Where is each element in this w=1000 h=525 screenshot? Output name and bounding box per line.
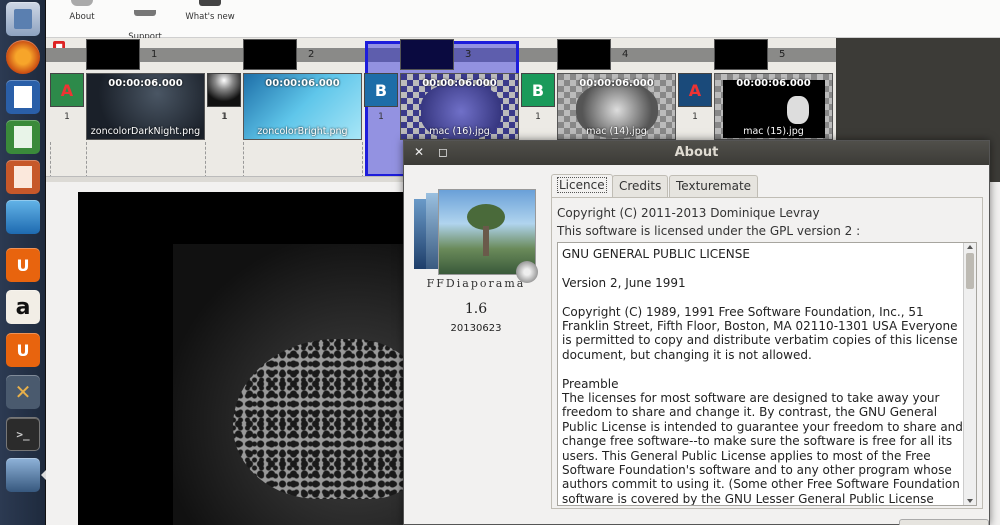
slide-title-thumb[interactable]	[400, 39, 454, 70]
license-heading: GNU GENERAL PUBLIC LICENSE	[562, 247, 750, 261]
tab-label: Licence	[557, 177, 607, 193]
build-date: 20130623	[450, 323, 502, 334]
track-divider	[243, 142, 244, 178]
slide-duration: 00:00:06.000	[579, 78, 654, 89]
about-button[interactable]: About	[64, 0, 100, 22]
transition-letter: B	[531, 80, 545, 100]
license-version: Version 2, June 1991	[562, 275, 686, 290]
slide-filename: mac (15).jpg	[743, 126, 804, 137]
ffdiaporama-icon[interactable]	[6, 458, 40, 492]
slide-duration: 00:00:06.000	[736, 78, 811, 89]
info-icon	[71, 0, 93, 6]
ffdiaporama-logo: FFDiaporama	[412, 189, 540, 299]
transition-icon[interactable]: A	[678, 73, 712, 107]
calc-icon[interactable]	[6, 120, 40, 154]
transition-letter: A	[60, 80, 74, 100]
track-divider	[86, 142, 87, 178]
impress-icon[interactable]	[6, 160, 40, 194]
transition-letter: A	[688, 80, 702, 100]
about-label: About	[69, 12, 95, 22]
files-icon[interactable]	[6, 2, 40, 36]
transition-icon[interactable]: A	[50, 73, 84, 107]
leopard-fur	[233, 339, 408, 499]
preview-image	[173, 244, 408, 525]
slide-duration: 00:00:06.000	[422, 78, 497, 89]
tab-licence[interactable]: Licence	[551, 174, 613, 197]
slide-number: 4	[622, 49, 629, 60]
slide-thumbnail[interactable]: 00:00:06.000 mac (16).jpg	[400, 73, 519, 140]
dialog-titlebar[interactable]: ✕ ◻ About	[404, 141, 989, 165]
tab-credits[interactable]: Credits	[612, 175, 669, 197]
slide-title-thumb[interactable]	[243, 39, 297, 70]
logo-disc-icon	[516, 261, 538, 283]
transition-icon[interactable]: B	[521, 73, 555, 107]
desktop: U a U ✕ >_ About Support and help What's…	[0, 0, 1000, 525]
license-intro: This software is licensed under the GPL …	[557, 224, 861, 238]
white-animal-thumb	[787, 96, 809, 124]
transition-icon[interactable]	[207, 73, 241, 107]
track-divider	[205, 142, 206, 178]
scroll-down-icon[interactable]	[967, 499, 973, 503]
slide-filename: mac (16).jpg	[429, 126, 490, 137]
slide-number: 2	[308, 49, 315, 60]
scroll-up-icon[interactable]	[967, 245, 973, 249]
license-text: GNU GENERAL PUBLIC LICENSE Version 2, Ju…	[562, 247, 964, 506]
transition-duration: 1	[535, 112, 541, 122]
about-dialog: ✕ ◻ About FFDiaporama 1.6 20130623 Licen…	[403, 140, 990, 525]
tab-label: Texturemate	[676, 179, 752, 193]
whats-new-label: What's new	[185, 12, 235, 22]
slide-title-thumb[interactable]	[86, 39, 140, 70]
unity-launcher: U a U ✕ >_	[0, 0, 46, 525]
license-textbox[interactable]: GNU GENERAL PUBLIC LICENSE Version 2, Ju…	[557, 242, 977, 506]
system-settings-icon[interactable]: ✕	[6, 375, 40, 409]
news-icon	[199, 0, 221, 6]
writer-icon[interactable]	[6, 80, 40, 114]
version-number: 1.6	[464, 301, 488, 317]
scrollbar-thumb[interactable]	[966, 253, 974, 289]
slide-title-thumb[interactable]	[557, 39, 611, 70]
slide-title-thumb[interactable]	[714, 39, 768, 70]
tab-texturemate[interactable]: Texturemate	[669, 175, 759, 197]
tree-trunk-icon	[483, 226, 489, 256]
license-preamble: Preamble The licenses for most software …	[562, 376, 963, 506]
slide-thumbnail[interactable]: 00:00:06.000 zoncolorDarkNight.png	[86, 73, 205, 140]
ubuntu-one-music-icon[interactable]: U	[6, 333, 40, 367]
ubuntu-one-icon[interactable]: U	[6, 248, 40, 282]
tab-label: Credits	[619, 179, 662, 193]
track-divider	[362, 142, 363, 178]
help-icon	[134, 10, 156, 16]
transition-duration: 1	[221, 112, 227, 122]
software-center-icon[interactable]	[6, 200, 40, 234]
slide-thumbnail[interactable]: 00:00:06.000 mac (14).jpg	[557, 73, 676, 140]
firefox-icon[interactable]	[6, 40, 40, 74]
whats-new-button[interactable]: What's new	[180, 0, 240, 22]
copyright-line: Copyright (C) 2011-2013 Dominique Levray	[557, 206, 820, 220]
slide-thumbnail[interactable]: 00:00:06.000 zoncolorBright.png	[243, 73, 362, 140]
slide-duration: 00:00:06.000	[108, 78, 183, 89]
slide-filename: mac (14).jpg	[586, 126, 647, 137]
license-scrollbar[interactable]	[963, 243, 976, 505]
transition-duration: 1	[378, 112, 384, 122]
slide-number: 1	[151, 49, 158, 60]
slide-filename: zoncolorDarkNight.png	[90, 126, 201, 137]
slide-number: 5	[779, 49, 786, 60]
slide-thumbnail[interactable]: 00:00:06.000 mac (15).jpg	[714, 73, 833, 140]
licence-panel: Copyright (C) 2011-2013 Dominique Levray…	[551, 197, 983, 509]
terminal-icon[interactable]: >_	[6, 417, 40, 451]
dialog-button-partial[interactable]	[899, 519, 989, 525]
slide-filename: zoncolorBright.png	[257, 126, 348, 137]
transition-duration: 1	[692, 112, 698, 122]
transition-icon[interactable]: B	[364, 73, 398, 107]
slide-number: 3	[465, 49, 472, 60]
app-toolbar: About Support and help What's new	[46, 0, 1000, 52]
transition-letter: B	[374, 80, 388, 100]
transition-duration: 1	[64, 112, 70, 122]
slide-duration: 00:00:06.000	[265, 78, 340, 89]
track-divider	[50, 142, 51, 178]
license-copyright: Copyright (C) 1989, 1991 Free Software F…	[562, 304, 958, 362]
dialog-title: About	[674, 145, 719, 160]
slide-preview[interactable]	[78, 192, 408, 525]
amazon-icon[interactable]: a	[6, 290, 40, 324]
